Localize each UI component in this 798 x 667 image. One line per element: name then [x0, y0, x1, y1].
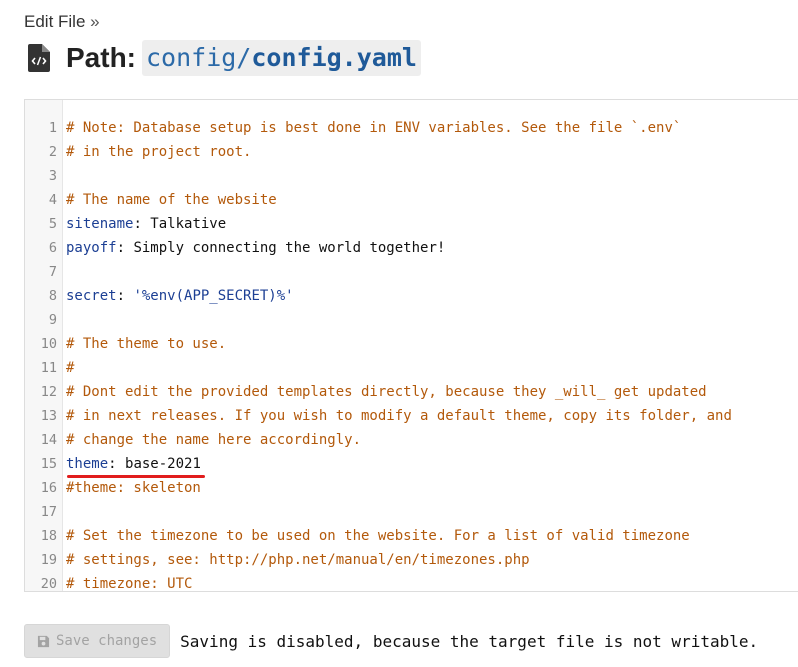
line-number: 11 [40, 360, 57, 376]
line-number: 13 [40, 408, 57, 424]
code-line[interactable]: 8 secret: '%env(APP_SECRET)%' [25, 284, 798, 308]
code-text: # The name of the website [66, 188, 277, 212]
code-comment: # Note: Database setup is best done in E… [66, 120, 682, 136]
line-number: 18 [40, 528, 57, 544]
editor-footer: Save changes Saving is disabled, because… [24, 624, 758, 658]
title-label: Path: [66, 42, 136, 73]
code-comment: # Set the timezone to be used on the web… [66, 528, 690, 544]
code-comment: # timezone: UTC [66, 576, 193, 592]
file-path: config/config.yaml [142, 40, 421, 76]
code-line[interactable]: 17 [25, 500, 798, 524]
code-value: : [116, 288, 134, 304]
code-text: # The theme to use. [66, 332, 226, 356]
code-text: # in next releases. If you wish to modif… [66, 404, 732, 428]
code-text: # timezone: UTC [66, 572, 193, 592]
code-text: # settings, see: http://php.net/manual/e… [66, 548, 530, 572]
line-number: 9 [48, 312, 57, 328]
code-line[interactable]: 4 # The name of the website [25, 188, 798, 212]
code-comment: # The theme to use. [66, 336, 227, 352]
code-key: sitename [66, 216, 134, 232]
code-line[interactable]: 13 # in next releases. If you wish to mod… [25, 404, 798, 428]
line-number: 12 [40, 384, 57, 400]
code-value: : [116, 240, 134, 256]
code-text: #theme: skeleton [66, 476, 201, 500]
code-value: : [133, 216, 151, 232]
save-changes-label: Save changes [56, 633, 158, 649]
code-text: # change the name here accordingly. [66, 428, 361, 452]
code-value: Talkative [150, 216, 227, 232]
code-comment: # [66, 360, 75, 376]
line-number: 1 [48, 120, 57, 136]
code-text: # in the project root. [66, 140, 251, 164]
code-line[interactable]: 7 [25, 260, 798, 284]
code-text: # Note: Database setup is best done in E… [66, 116, 681, 140]
line-number: 19 [40, 552, 57, 568]
line-number: 2 [48, 144, 57, 160]
code-value: Simply connecting the world together! [133, 240, 446, 256]
code-line[interactable]: 6 payoff: Simply connecting the world tog… [25, 236, 798, 260]
line-number: 7 [48, 264, 57, 280]
code-key: payoff [66, 240, 117, 256]
code-line[interactable]: 10 # The theme to use. [25, 332, 798, 356]
code-editor[interactable]: 1 # Note: Database setup is best done in … [24, 99, 798, 592]
code-value: : [108, 456, 126, 472]
file-code-icon [28, 44, 50, 72]
line-number: 15 [40, 456, 57, 472]
code-line[interactable]: 3 [25, 164, 798, 188]
code-line[interactable]: 9 [25, 308, 798, 332]
line-number: 3 [48, 168, 57, 184]
code-line[interactable]: 19 # settings, see: http://php.net/manual… [25, 548, 798, 572]
line-number: 17 [40, 504, 57, 520]
save-icon [37, 635, 50, 647]
code-line[interactable]: 20 # timezone: UTC [25, 572, 798, 592]
code-text: # Dont edit the provided templates direc… [66, 380, 707, 404]
code-text: sitename: Talkative [66, 212, 226, 236]
code-text: theme: base-2021 [66, 452, 201, 476]
code-comment: # settings, see: http://php.net/manual/e… [66, 552, 530, 568]
code-text: secret: '%env(APP_SECRET)%' [66, 284, 294, 308]
breadcrumb-link-edit-file[interactable]: Edit File [24, 12, 85, 31]
line-number: 14 [40, 432, 57, 448]
code-value: base-2021 [125, 456, 201, 472]
code-comment: # in next releases. If you wish to modif… [66, 408, 732, 424]
code-line[interactable]: 11 # [25, 356, 798, 380]
line-number: 8 [48, 288, 57, 304]
line-number: 16 [40, 480, 57, 496]
code-key: theme [66, 456, 109, 472]
code-text: payoff: Simply connecting the world toge… [66, 236, 445, 260]
line-number: 20 [40, 576, 57, 592]
line-number: 10 [40, 336, 57, 352]
file-path-directory: config/ [146, 43, 252, 72]
code-key: secret [66, 288, 117, 304]
code-comment: # in the project root. [66, 144, 252, 160]
code-comment: # Dont edit the provided templates direc… [66, 384, 707, 400]
file-path-filename: config.yaml [251, 43, 417, 72]
code-line[interactable]: 16 #theme: skeleton [25, 476, 798, 500]
breadcrumb-separator: » [90, 12, 100, 31]
code-comment: # change the name here accordingly. [66, 432, 362, 448]
line-number: 5 [48, 216, 57, 232]
breadcrumb: Edit File » [24, 12, 100, 32]
code-line[interactable]: 12 # Dont edit the provided templates dir… [25, 380, 798, 404]
code-line[interactable]: 15 theme: base-2021 [25, 452, 798, 478]
code-text: # Set the timezone to be used on the web… [66, 524, 690, 548]
code-line[interactable]: 2 # in the project root. [25, 140, 798, 164]
save-disabled-message: Saving is disabled, because the target f… [180, 631, 759, 651]
page-title: Path: config/config.yaml [28, 40, 421, 76]
code-comment: #theme: skeleton [66, 480, 201, 496]
code-line[interactable]: 18 # Set the timezone to be used on the w… [25, 524, 798, 548]
code-lines: 1 # Note: Database setup is best done in … [25, 116, 798, 592]
code-line[interactable]: 5 sitename: Talkative [25, 212, 798, 236]
line-number: 6 [48, 240, 57, 256]
code-comment: # The name of the website [66, 192, 277, 208]
save-changes-button[interactable]: Save changes [24, 624, 171, 658]
code-line[interactable]: 14 # change the name here accordingly. [25, 428, 798, 452]
code-string: '%env(APP_SECRET)%' [133, 288, 294, 304]
code-text: # [66, 356, 74, 380]
code-line[interactable]: 1 # Note: Database setup is best done in … [25, 116, 798, 140]
line-number: 4 [48, 192, 57, 208]
